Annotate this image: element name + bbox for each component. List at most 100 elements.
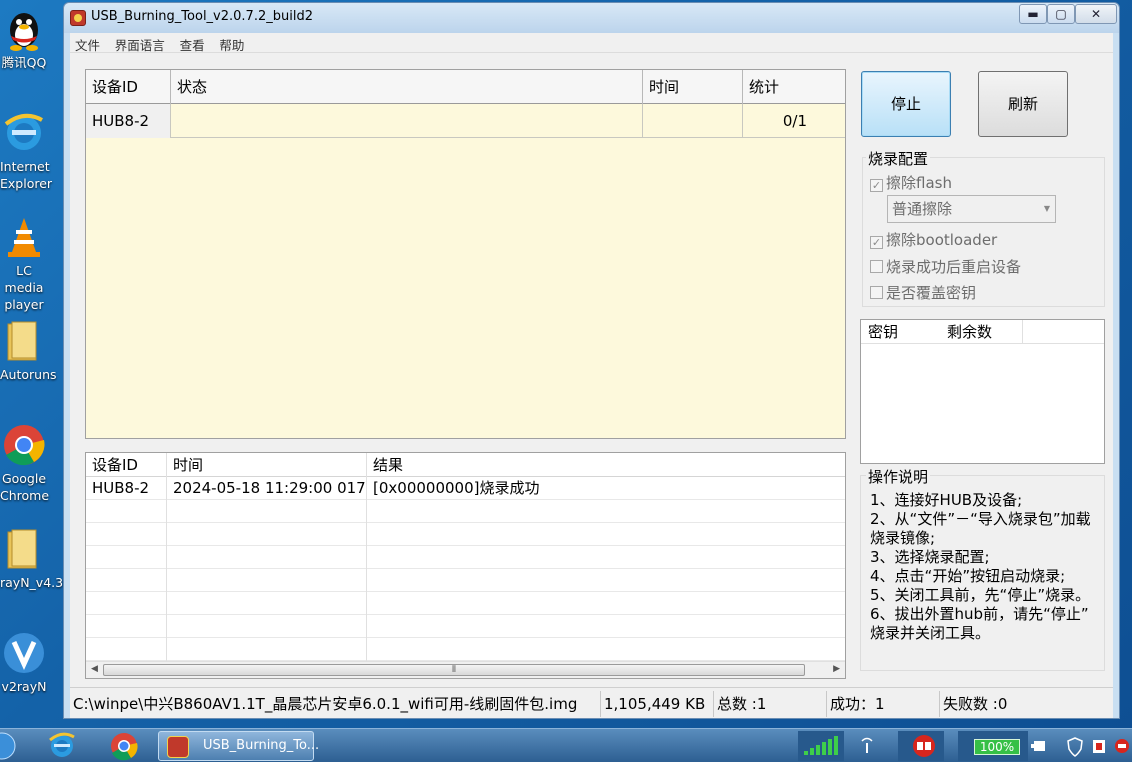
list-item: [86, 638, 845, 661]
erase-mode-value: 普通擦除: [892, 200, 953, 218]
checkbox-empty-icon: [870, 286, 883, 299]
folder-icon: [2, 526, 46, 572]
instruction-line: 烧录并关闭工具。: [870, 624, 991, 642]
wireless-icon[interactable]: [856, 731, 878, 761]
cell-stats: 0/1: [782, 112, 807, 130]
log-header-time[interactable]: 时间: [167, 453, 367, 477]
desktop-icon-qq[interactable]: 腾讯QQ: [0, 6, 48, 71]
window-title: USB_Burning_Tool_v2.0.7.2_build2: [91, 9, 313, 24]
log-cell-result: [0x00000000]烧录成功: [373, 479, 540, 497]
refresh-button[interactable]: 刷新: [978, 71, 1068, 137]
log-cell-device-id: HUB8-2: [86, 477, 167, 500]
erase-bootloader-checkbox[interactable]: ✓ 擦除bootloader: [870, 229, 997, 250]
battery-indicator[interactable]: 100%: [958, 731, 1028, 761]
table-row[interactable]: HUB8-2 0/1: [86, 104, 845, 138]
instructions-title: 操作说明: [866, 466, 931, 487]
vlc-cone-icon: [2, 214, 46, 260]
key-header-key[interactable]: 密钥: [861, 320, 940, 344]
erase-flash-checkbox[interactable]: ✓ 擦除flash: [870, 172, 952, 193]
scroll-left-arrow-icon[interactable]: ◀: [91, 664, 98, 674]
status-bar: C:\winpe\中兴B860AV1.1T_晶晨芯片安卓6.0.1_wifi可用…: [70, 687, 1113, 718]
cell-time: [643, 104, 743, 138]
network-icon[interactable]: [898, 731, 944, 761]
instruction-line: 3、选择烧录配置;: [870, 548, 990, 566]
instruction-line: 1、连接好HUB及设备;: [870, 491, 1023, 509]
overwrite-key-checkbox[interactable]: 是否覆盖密钥: [870, 282, 976, 303]
reboot-after-label: 烧录成功后重启设备: [886, 258, 1022, 276]
desktop-icon-ie[interactable]: Internet Explorer: [0, 110, 52, 192]
desktop-icon-label: Chrome: [0, 488, 50, 503]
signal-strength-icon[interactable]: [798, 731, 844, 761]
device-table: 设备ID 状态 时间 统计 HUB8-2 0/1: [85, 69, 846, 439]
desktop-icon-label: rayN_v4.3: [0, 575, 64, 590]
status-total: 总数 :1: [714, 691, 827, 717]
desktop-icon-label: Google: [1, 471, 47, 486]
log-table-header: 设备ID 时间 结果: [86, 453, 845, 477]
key-table: 密钥 剩余数: [860, 319, 1105, 464]
menu-file[interactable]: 文件: [70, 33, 105, 54]
column-header-status[interactable]: 状态: [171, 70, 643, 104]
desktop-icon-v2rayn-folder[interactable]: rayN_v4.3: [0, 526, 64, 591]
power-plug-icon[interactable]: [1030, 731, 1048, 761]
maximize-button[interactable]: ▢: [1047, 4, 1075, 24]
folder-icon: [2, 318, 46, 364]
list-item: [86, 523, 845, 546]
menu-help[interactable]: 帮助: [214, 33, 249, 54]
chevron-down-icon: ▼: [1043, 204, 1050, 213]
shield-icon[interactable]: [1066, 731, 1084, 761]
instruction-line: 烧录镜像;: [870, 529, 936, 547]
list-item: [86, 592, 845, 615]
desktop-icon-v2rayn[interactable]: v2rayN: [0, 630, 48, 695]
title-bar[interactable]: USB_Burning_Tool_v2.0.7.2_build2 ▬ ▢ ✕: [64, 3, 1119, 33]
desktop-icon-label: Internet: [0, 159, 50, 174]
overwrite-key-label: 是否覆盖密钥: [886, 284, 977, 302]
key-header-remaining[interactable]: 剩余数: [940, 320, 1023, 344]
menu-language[interactable]: 界面语言: [110, 33, 170, 54]
desktop-icon-chrome[interactable]: Google Chrome: [0, 422, 50, 504]
log-header-device-id[interactable]: 设备ID: [86, 453, 167, 477]
scroll-right-arrow-icon[interactable]: ▶: [833, 664, 840, 674]
client-area: 设备ID 状态 时间 统计 HUB8-2 0/1 设备ID 时间 结果 HUB8…: [70, 53, 1113, 718]
close-button[interactable]: ✕: [1075, 4, 1117, 24]
taskbar-chrome-icon[interactable]: [106, 731, 142, 761]
scrollbar-thumb[interactable]: ⦀: [103, 664, 805, 676]
column-header-stats[interactable]: 统计: [743, 70, 845, 104]
desktop-icon-label: v2rayN: [1, 679, 47, 694]
desktop-icon-vlc[interactable]: LC media player: [0, 214, 48, 313]
log-header-result[interactable]: 结果: [367, 453, 845, 477]
minimize-button[interactable]: ▬: [1019, 4, 1047, 24]
tray-app-icon[interactable]: [1090, 731, 1108, 761]
app-icon: [70, 10, 86, 26]
status-image-path: C:\winpe\中兴B860AV1.1T_晶晨芯片安卓6.0.1_wifi可用…: [70, 691, 601, 717]
log-cell-time: 2024-05-18 11:29:00 017: [167, 477, 367, 500]
app-icon: [167, 736, 189, 758]
menu-bar: 文件 界面语言 查看 帮助: [70, 33, 1113, 53]
erase-mode-select[interactable]: 普通擦除 ▼: [887, 195, 1056, 223]
desktop-icon-label: 腾讯QQ: [1, 55, 47, 70]
taskbar-active-app[interactable]: USB_Burning_To...: [158, 731, 319, 761]
desktop-icon-autoruns[interactable]: Autoruns: [0, 318, 57, 383]
taskbar: USB_Burning_To... 100%: [0, 728, 1132, 762]
status-fail: 失败数 :0: [943, 695, 1008, 713]
checkbox-checked-icon: ✓: [870, 236, 883, 249]
desktop-icon-label: player: [4, 297, 44, 312]
list-item[interactable]: HUB8-2 2024-05-18 11:29:00 017 [0x000000…: [86, 477, 845, 500]
column-header-time[interactable]: 时间: [643, 70, 743, 104]
instruction-line: 2、从“文件”－“导入烧录包”加载: [870, 510, 1091, 528]
horizontal-scrollbar[interactable]: ◀ ⦀ ▶: [86, 661, 845, 678]
taskbar-ie-icon[interactable]: [44, 731, 80, 761]
instructions-text: 1、连接好HUB及设备; 2、从“文件”－“导入烧录包”加载 烧录镜像; 3、选…: [870, 491, 1105, 643]
log-table: 设备ID 时间 结果 HUB8-2 2024-05-18 11:29:00 01…: [85, 452, 846, 679]
stop-button[interactable]: 停止: [861, 71, 951, 137]
battery-level: 100%: [974, 739, 1020, 755]
start-button[interactable]: [0, 731, 16, 761]
taskbar-app-label: USB_Burning_To...: [203, 738, 320, 753]
desktop-icon-label: LC media: [4, 263, 44, 295]
reboot-after-checkbox[interactable]: 烧录成功后重启设备: [870, 256, 1021, 277]
cell-device-id: HUB8-2: [86, 104, 171, 138]
device-table-header: 设备ID 状态 时间 统计: [86, 70, 845, 104]
menu-view[interactable]: 查看: [175, 33, 210, 54]
instruction-line: 6、拔出外置hub前，请先“停止”: [870, 605, 1089, 623]
tray-chat-icon[interactable]: [1112, 731, 1132, 761]
column-header-device-id[interactable]: 设备ID: [86, 70, 171, 104]
